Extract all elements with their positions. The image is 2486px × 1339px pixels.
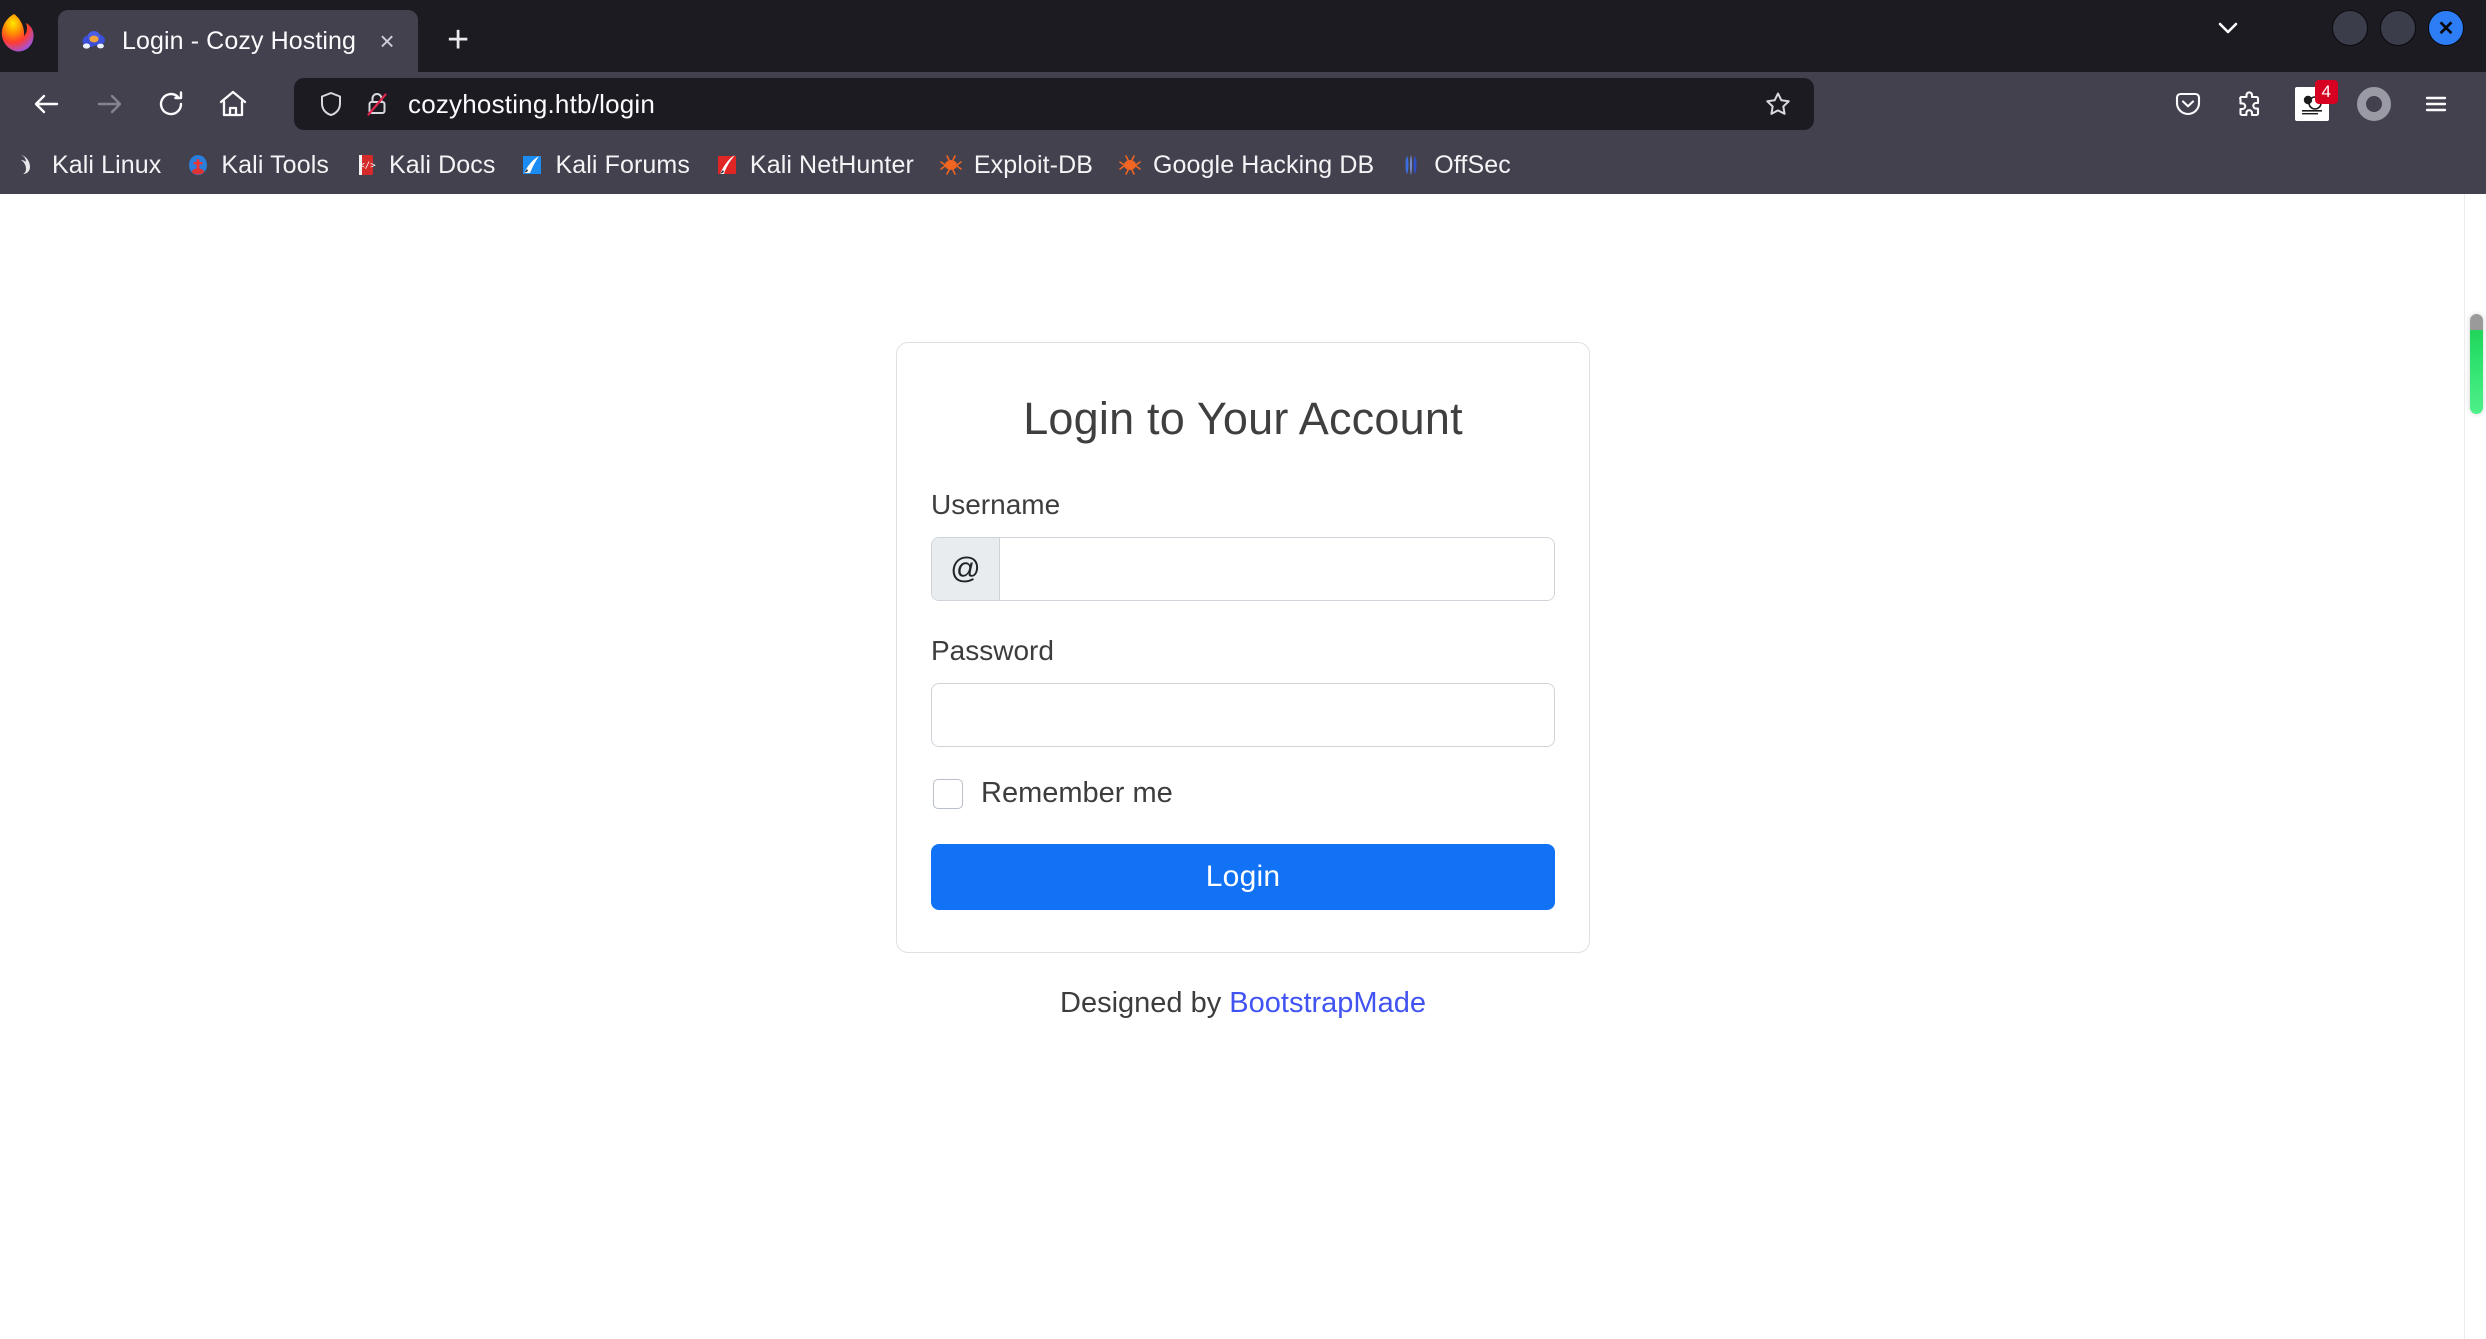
address-bar[interactable]: cozyhosting.htb/login	[294, 78, 1814, 130]
bookmark-kali-linux[interactable]: Kali Linux	[4, 145, 173, 186]
browser-window: Login - Cozy Hosting × + ✕ cozyhosting.h…	[0, 0, 2486, 1339]
at-sign-icon: @	[932, 538, 1000, 600]
login-content-column: Login to Your Account Username @ Passwor…	[896, 342, 1590, 1339]
close-window-button[interactable]: ✕	[2428, 10, 2464, 46]
bookmark-label: Kali Docs	[388, 150, 496, 179]
page-viewport: Login to Your Account Username @ Passwor…	[0, 194, 2486, 1339]
bookmark-kali-tools[interactable]: Kali Tools	[173, 145, 341, 186]
bookmark-label: Kali NetHunter	[749, 150, 914, 179]
remember-me-row[interactable]: Remember me	[931, 777, 1555, 810]
scrollbar-thumb[interactable]	[2470, 314, 2483, 414]
bookmark-exploit-db[interactable]: Exploit-DB	[926, 145, 1105, 186]
pocket-icon[interactable]	[2160, 78, 2216, 130]
home-button[interactable]	[202, 78, 264, 130]
kali-dragon-icon	[16, 152, 42, 178]
google-hacking-db-icon	[1117, 152, 1143, 178]
application-menu-icon[interactable]	[2408, 78, 2464, 130]
bookmark-label: Exploit-DB	[973, 150, 1093, 179]
account-circle-icon[interactable]	[2346, 78, 2402, 130]
bookmark-google-hacking-db[interactable]: Google Hacking DB	[1105, 145, 1386, 186]
bookmark-label: Google Hacking DB	[1153, 150, 1375, 179]
wappalyzer-extension-icon[interactable]: 4	[2284, 78, 2340, 130]
close-tab-icon[interactable]: ×	[370, 24, 404, 58]
login-card: Login to Your Account Username @ Passwor…	[896, 342, 1590, 953]
new-tab-button[interactable]: +	[434, 16, 482, 64]
list-all-tabs-icon[interactable]	[2196, 0, 2260, 56]
bookmark-label: Kali Tools	[221, 150, 329, 179]
bootstrapmade-link[interactable]: BootstrapMade	[1229, 987, 1426, 1019]
bookmark-label: Kali Forums	[555, 150, 690, 179]
svg-text:</>: </>	[359, 161, 376, 171]
bookmark-kali-docs[interactable]: </> Kali Docs	[341, 145, 508, 186]
credits-prefix: Designed by	[1060, 987, 1230, 1019]
toolbar-right: 4	[2160, 78, 2470, 130]
login-page: Login to Your Account Username @ Passwor…	[0, 194, 2486, 1339]
firefox-logo-icon	[0, 10, 52, 66]
minimize-button[interactable]	[2332, 10, 2368, 46]
extension-badge-count: 4	[2314, 80, 2338, 104]
offsec-icon	[1398, 152, 1424, 178]
kali-tools-icon	[185, 152, 211, 178]
back-button[interactable]	[16, 78, 78, 130]
credits: Designed by BootstrapMade	[896, 987, 1590, 1020]
bookmark-offsec[interactable]: OffSec	[1386, 145, 1523, 186]
tab-strip: Login - Cozy Hosting × + ✕	[0, 0, 2486, 72]
cozy-hosting-cloud-icon	[80, 27, 108, 55]
login-button[interactable]: Login	[931, 844, 1555, 910]
url-text[interactable]: cozyhosting.htb/login	[408, 89, 1740, 120]
navigation-toolbar: cozyhosting.htb/login 4	[0, 72, 2486, 136]
username-input[interactable]	[1000, 538, 1554, 600]
bookmark-label: Kali Linux	[52, 150, 162, 179]
extensions-puzzle-icon[interactable]	[2222, 78, 2278, 130]
account-ring	[2357, 87, 2391, 121]
username-input-group[interactable]: @	[931, 537, 1555, 601]
password-label: Password	[931, 635, 1054, 666]
page-scrollbar[interactable]	[2464, 194, 2486, 1339]
kali-nethunter-icon	[714, 152, 740, 178]
window-buttons: ✕	[2332, 10, 2486, 46]
kali-forums-icon	[519, 152, 545, 178]
bookmark-kali-nethunter[interactable]: Kali NetHunter	[702, 145, 926, 186]
tracking-protection-shield-icon[interactable]	[316, 89, 346, 119]
remember-me-checkbox[interactable]	[933, 778, 963, 809]
bookmark-label: OffSec	[1434, 150, 1511, 179]
exploit-db-icon	[938, 152, 964, 178]
page-title: Login to Your Account	[1023, 393, 1463, 444]
insecure-connection-broken-lock-icon[interactable]	[362, 89, 392, 119]
kali-docs-icon: </>	[353, 152, 379, 178]
bookmarks-toolbar: Kali Linux Kali Tools </> Kali Docs Kali…	[0, 136, 2486, 194]
bookmark-star-icon[interactable]	[1756, 82, 1800, 126]
remember-me-label: Remember me	[981, 777, 1173, 809]
reload-button[interactable]	[140, 78, 202, 130]
tab-title: Login - Cozy Hosting	[122, 26, 357, 55]
browser-tab[interactable]: Login - Cozy Hosting ×	[58, 10, 419, 72]
username-label: Username	[931, 489, 1061, 520]
bookmark-kali-forums[interactable]: Kali Forums	[507, 145, 701, 186]
password-input[interactable]	[931, 683, 1555, 747]
forward-button[interactable]	[78, 78, 140, 130]
maximize-button[interactable]	[2380, 10, 2416, 46]
window-controls-area: ✕	[2196, 0, 2486, 56]
